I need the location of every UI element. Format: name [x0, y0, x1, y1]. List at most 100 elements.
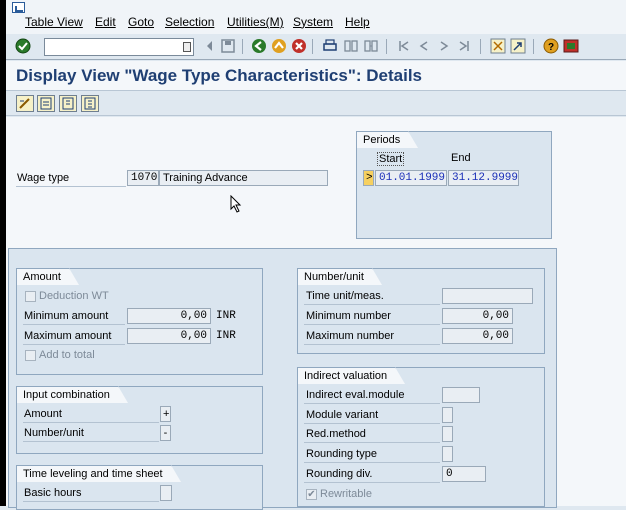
- other-entry-icon[interactable]: [37, 95, 55, 112]
- toolbar-separator: [312, 39, 313, 54]
- start-label: Start: [377, 152, 405, 166]
- minimum-number-underline: [304, 324, 440, 325]
- minimum-number-field[interactable]: 0,00: [442, 308, 513, 324]
- menu-help[interactable]: Help: [345, 15, 370, 29]
- time-unit-field[interactable]: [442, 288, 533, 304]
- rounding-div-field[interactable]: 0: [442, 466, 486, 482]
- add-to-total-checkbox[interactable]: [25, 350, 36, 361]
- rounding-type-field[interactable]: [442, 446, 453, 462]
- system-menu-icon[interactable]: [12, 2, 25, 13]
- input-combination-header: Input combination: [16, 386, 128, 403]
- maximum-number-field[interactable]: 0,00: [442, 328, 513, 344]
- help-icon[interactable]: ?: [543, 38, 559, 54]
- start-date-field[interactable]: 01.01.1999: [375, 170, 447, 186]
- previous-entry-icon[interactable]: [59, 95, 77, 112]
- rounding-type-label: Rounding type: [306, 448, 377, 460]
- input-combination-group: Input combination Amount + Number/unit -: [16, 386, 263, 454]
- content-area: Periods Start End > 01.01.1999 31.12.999…: [6, 117, 626, 510]
- next-page-icon[interactable]: [436, 38, 452, 54]
- wage-type-label: Wage type: [17, 172, 70, 184]
- basic-hours-label: Basic hours: [24, 487, 82, 499]
- deduction-wt-label: Deduction WT: [39, 290, 109, 302]
- deduction-wt-checkbox[interactable]: [25, 291, 36, 302]
- menu-bar: Table View Edit Goto Selection Utilities…: [6, 0, 626, 34]
- module-variant-field[interactable]: [442, 407, 453, 423]
- minimum-amount-currency: INR: [216, 310, 236, 322]
- rounding-div-label: Rounding div.: [306, 468, 373, 480]
- toolbar-separator: [533, 39, 534, 54]
- enter-icon[interactable]: [15, 38, 31, 54]
- minimum-amount-underline: [23, 324, 125, 325]
- title-bar: Display View "Wage Type Characteristics"…: [6, 61, 626, 91]
- menu-selection[interactable]: Selection: [165, 15, 214, 29]
- rewritable-checkbox[interactable]: ✔: [306, 489, 317, 500]
- last-page-icon[interactable]: [456, 38, 472, 54]
- next-entry-icon[interactable]: [81, 95, 99, 112]
- input-number-unit-label: Number/unit: [24, 427, 84, 439]
- indirect-module-field[interactable]: [442, 387, 480, 403]
- page-title: Display View "Wage Type Characteristics"…: [16, 66, 423, 85]
- toolbar-separator: [242, 39, 243, 54]
- basic-hours-underline: [23, 501, 159, 502]
- print-icon[interactable]: [322, 38, 338, 54]
- cancel-icon[interactable]: [291, 38, 307, 54]
- add-to-total-label: Add to total: [39, 349, 95, 361]
- rounding-type-underline: [304, 462, 440, 463]
- amount-header: Amount: [16, 268, 79, 285]
- back-arrow-icon[interactable]: [202, 38, 218, 54]
- find-icon[interactable]: [343, 38, 359, 54]
- standard-toolbar: ?: [6, 34, 626, 60]
- find-next-icon[interactable]: [363, 38, 379, 54]
- red-method-underline: [304, 442, 440, 443]
- menu-edit[interactable]: Edit: [95, 15, 116, 29]
- amount-group: Amount Deduction WT Minimum amount 0,00 …: [16, 268, 263, 375]
- end-date-field[interactable]: 31.12.9999: [448, 170, 519, 186]
- indirect-module-label: Indirect eval.module: [306, 389, 405, 401]
- menu-goto[interactable]: Goto: [128, 15, 154, 29]
- shortcut-icon[interactable]: [510, 38, 526, 54]
- input-amount-field[interactable]: +: [160, 406, 171, 422]
- number-unit-group: Number/unit Time unit/meas. Minimum numb…: [297, 268, 545, 354]
- mouse-cursor-icon: [230, 195, 242, 213]
- wage-type-name-field: Training Advance: [159, 170, 328, 186]
- svg-text:?: ?: [548, 42, 554, 53]
- input-number-unit-underline: [23, 441, 159, 442]
- menu-system[interactable]: System: [293, 15, 333, 29]
- maximum-amount-label: Maximum amount: [24, 330, 112, 342]
- basic-hours-field[interactable]: [160, 485, 172, 501]
- back-icon[interactable]: [251, 38, 267, 54]
- indirect-valuation-header: Indirect valuation: [297, 367, 406, 384]
- maximum-number-label: Maximum number: [306, 330, 395, 342]
- command-field[interactable]: [44, 38, 194, 56]
- menu-utilities[interactable]: Utilities(M): [227, 15, 284, 29]
- wage-type-underline: [16, 186, 126, 187]
- save-icon[interactable]: [220, 38, 236, 54]
- periods-group: Periods Start End > 01.01.1999 31.12.999…: [356, 131, 552, 239]
- minimum-amount-label: Minimum amount: [24, 310, 109, 322]
- time-unit-label: Time unit/meas.: [306, 290, 384, 302]
- create-session-icon[interactable]: [490, 38, 506, 54]
- display-change-icon[interactable]: [16, 95, 34, 112]
- time-leveling-header: Time leveling and time sheet: [16, 465, 181, 482]
- end-label: End: [451, 152, 471, 164]
- maximum-amount-field[interactable]: 0,00: [127, 328, 211, 344]
- first-page-icon[interactable]: [396, 38, 412, 54]
- red-method-field[interactable]: [442, 426, 453, 442]
- module-variant-underline: [304, 423, 440, 424]
- indirect-valuation-group: Indirect valuation Indirect eval.module …: [297, 367, 545, 507]
- period-select-icon[interactable]: >: [363, 170, 374, 186]
- module-variant-label: Module variant: [306, 409, 379, 421]
- command-history-icon[interactable]: [183, 42, 191, 52]
- toolbar-separator: [480, 39, 481, 54]
- wage-type-code-field[interactable]: 1070: [127, 170, 159, 186]
- time-leveling-group: Time leveling and time sheet Basic hours: [16, 465, 263, 510]
- customize-layout-icon[interactable]: [563, 38, 579, 54]
- menu-table-view[interactable]: Table View: [25, 15, 83, 29]
- exit-icon[interactable]: [271, 38, 287, 54]
- maximum-amount-underline: [23, 344, 125, 345]
- toolbar-separator: [386, 39, 387, 54]
- previous-page-icon[interactable]: [416, 38, 432, 54]
- minimum-amount-field[interactable]: 0,00: [127, 308, 211, 324]
- periods-header: Periods: [356, 131, 419, 148]
- input-number-unit-field[interactable]: -: [160, 425, 171, 441]
